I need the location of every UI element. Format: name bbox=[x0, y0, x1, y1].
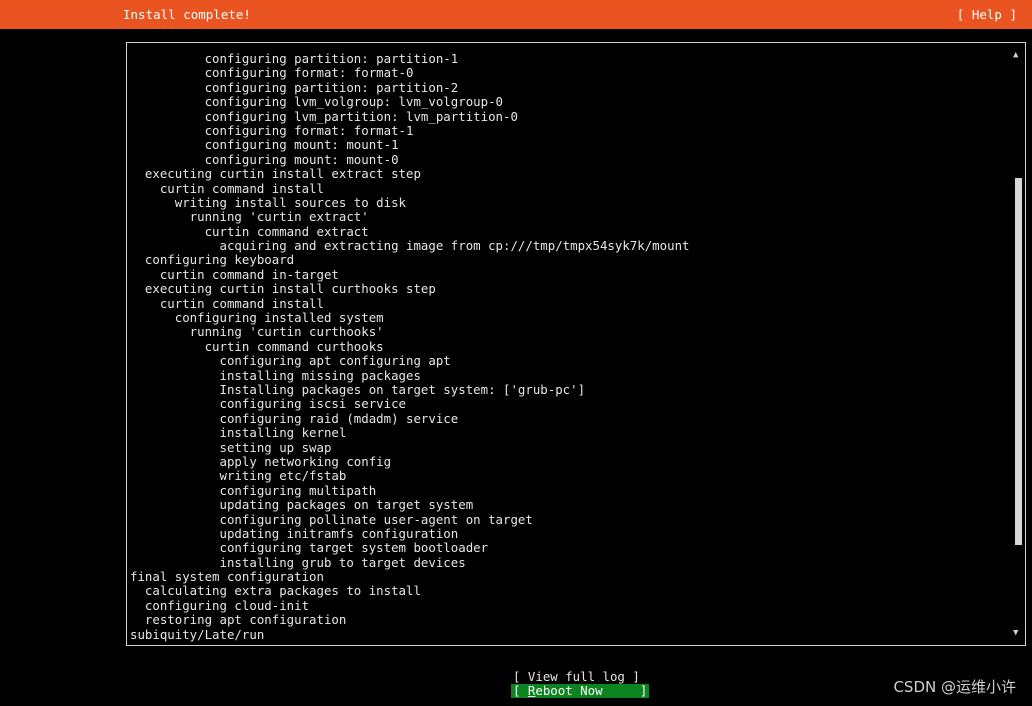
log-line: configuring format: format-0 bbox=[130, 65, 414, 81]
log-line: updating initramfs configuration bbox=[130, 525, 459, 541]
scroll-track[interactable] bbox=[1015, 62, 1022, 626]
log-line: configuring cloud-init bbox=[130, 597, 310, 613]
log-line: configuring installed system bbox=[130, 310, 384, 326]
log-line: configuring multipath bbox=[130, 482, 377, 498]
log-line: configuring format: format-1 bbox=[130, 122, 414, 138]
log-line: configuring mount: mount-0 bbox=[130, 151, 399, 167]
log-line: acquiring and extracting image from cp:/… bbox=[130, 238, 690, 254]
log-line: installing missing packages bbox=[130, 367, 421, 383]
log-line: writing install sources to disk bbox=[130, 194, 407, 210]
log-line: updating packages on target system bbox=[130, 497, 474, 513]
scroll-thumb[interactable] bbox=[1015, 178, 1022, 545]
log-line: curtin command install bbox=[130, 180, 324, 196]
title-bar: Install complete! [ Help ] bbox=[0, 0, 1032, 29]
reboot-bracket: [ bbox=[513, 683, 528, 698]
log-line: configuring partition: partition-1 bbox=[130, 51, 459, 66]
log-line: apply networking config bbox=[130, 453, 392, 469]
log-line: executing curtin install extract step bbox=[130, 166, 421, 182]
log-line: installing grub to target devices bbox=[130, 554, 466, 570]
log-line: curtin command extract bbox=[130, 223, 369, 239]
log-line: configuring lvm_partition: lvm_partition… bbox=[130, 108, 518, 124]
log-scrollbar[interactable]: ▲ ▼ bbox=[1011, 48, 1025, 638]
scroll-up-icon[interactable]: ▲ bbox=[1013, 50, 1018, 60]
log-line: calculating extra packages to install bbox=[130, 583, 421, 599]
log-line: installing kernel bbox=[130, 425, 347, 441]
log-line: subiquity/Late/run bbox=[130, 626, 265, 642]
reboot-now-button[interactable]: [ Reboot Now ] bbox=[511, 683, 650, 698]
log-line: configuring pollinate user-agent on targ… bbox=[130, 511, 533, 527]
log-line: configuring target system bootloader bbox=[130, 540, 489, 556]
view-full-log-button[interactable]: [ View full log ] bbox=[513, 670, 640, 684]
log-line: configuring mount: mount-1 bbox=[130, 137, 399, 153]
scroll-down-icon[interactable]: ▼ bbox=[1013, 628, 1018, 638]
log-line: Installing packages on target system: ['… bbox=[130, 381, 586, 397]
log-line: curtin command in-target bbox=[130, 266, 339, 282]
log-line: restoring apt configuration bbox=[130, 612, 347, 628]
log-line: running 'curtin extract' bbox=[130, 209, 369, 225]
help-button[interactable]: [ Help ] bbox=[957, 7, 1017, 22]
install-log-lines: configuring partition: partition-1 confi… bbox=[130, 51, 690, 642]
log-line: configuring iscsi service bbox=[130, 396, 407, 412]
log-line: configuring lvm_volgroup: lvm_volgroup-0 bbox=[130, 94, 503, 110]
log-line: curtin command install bbox=[130, 295, 324, 311]
log-line: configuring keyboard bbox=[130, 252, 295, 268]
log-line: curtin command curthooks bbox=[130, 338, 384, 354]
log-line: final system configuration bbox=[130, 569, 324, 585]
page-title: Install complete! bbox=[123, 7, 251, 22]
log-line: executing curtin install curthooks step bbox=[130, 281, 436, 297]
reboot-label: eboot Now ] bbox=[535, 683, 648, 698]
log-line: running 'curtin curthooks' bbox=[130, 324, 384, 340]
log-line: configuring apt configuring apt bbox=[130, 353, 451, 369]
log-line: configuring raid (mdadm) service bbox=[130, 410, 459, 426]
log-line: setting up swap bbox=[130, 439, 332, 455]
watermark: CSDN @运维小许 bbox=[893, 678, 1016, 696]
install-log-panel[interactable]: configuring partition: partition-1 confi… bbox=[126, 42, 1026, 646]
log-line: configuring partition: partition-2 bbox=[130, 79, 459, 95]
log-line: writing etc/fstab bbox=[130, 468, 347, 484]
